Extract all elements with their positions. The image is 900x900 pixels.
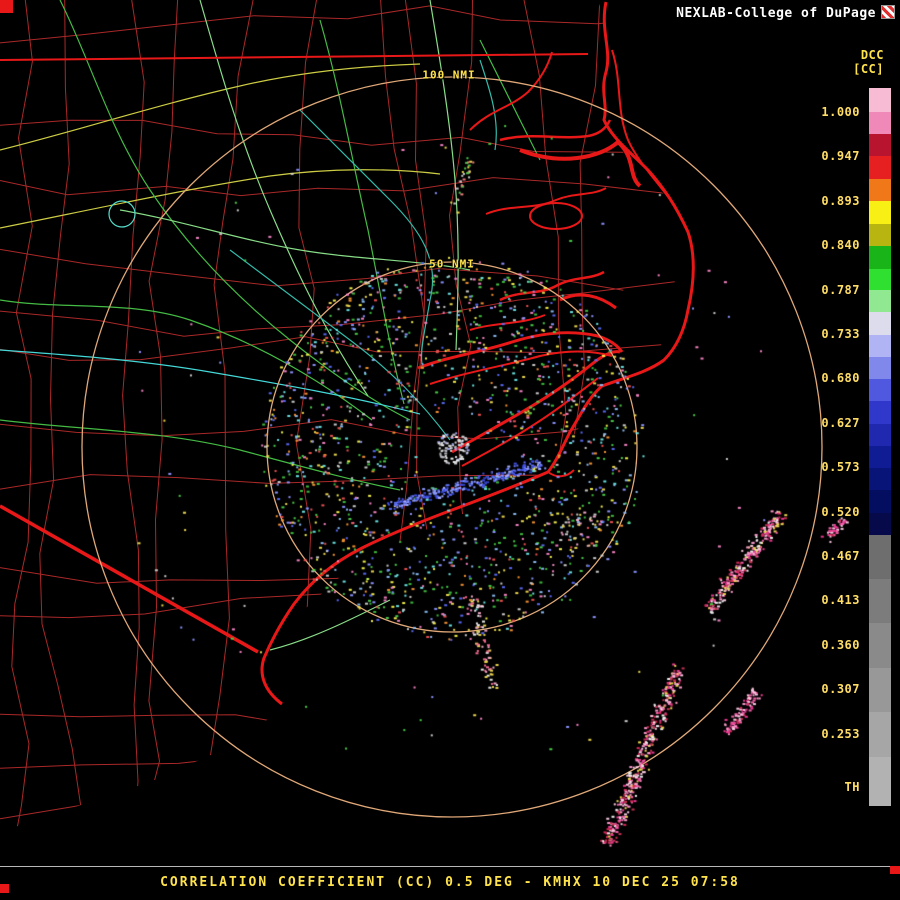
range-ring-50nmi [266,261,638,633]
legend-threshold-label: TH [844,780,860,794]
color-scale-segment [869,668,891,712]
site-title: NEXLAB-College of DuPage [676,6,876,21]
legend-tick: 0.733 [821,327,860,341]
county-boundaries [0,0,678,832]
legend-tick: 0.573 [821,460,860,475]
legend-tick: 0.520 [821,504,860,519]
color-scale-segment [869,623,891,668]
color-scale-segment [869,401,891,424]
color-scale-segment [869,490,891,513]
color-scale-segment [869,88,891,112]
corner-marker-bottom-left [0,884,9,893]
color-scale-segment [869,468,891,490]
color-scale-segment [869,712,891,757]
legend-tick: 0.893 [821,193,860,208]
legend-tick: 0.307 [821,682,860,697]
range-ring-100nmi [81,76,823,818]
legend-product-code: DCC [860,48,884,62]
corner-marker-top-left [0,0,13,13]
color-scale-segment [869,201,891,224]
color-scale-segment [869,246,891,269]
color-scale-segment [869,335,891,357]
legend-tick: 0.253 [821,726,860,741]
color-scale-bar [869,88,891,806]
legend-tick: 0.627 [821,415,860,430]
color-scale-segment [869,424,891,446]
legend-tick: 0.840 [821,238,860,253]
range-rings [81,76,823,818]
color-scale-segment [869,757,891,806]
color-scale-segment [869,446,891,468]
radar-basemap [0,0,823,832]
corner-marker-bottom-right [890,866,900,874]
legend-tick: 0.360 [821,637,860,652]
color-scale-segment [869,312,891,335]
color-scale-segment [869,513,891,535]
legend-tick: 0.947 [821,149,860,164]
status-separator-line [0,866,900,867]
color-scale-segment [869,290,891,312]
color-scale-segment [869,179,891,201]
legend-units-label: [CC] [853,62,884,76]
color-scale-segment [869,112,891,134]
color-scale-segment [869,134,891,156]
legend-tick: 0.467 [821,549,860,563]
radar-product-view: 100 NMI 50 NMI NEXLAB-College of DuPage … [0,0,900,900]
color-scale-segment [869,579,891,623]
range-ring-label-50nmi: 50 NMI [429,257,475,271]
color-scale-segment [869,156,891,179]
color-scale-segment [869,269,891,290]
range-ring-label-100nmi: 100 NMI [422,68,476,82]
color-scale-segment [869,357,891,379]
legend-tick: 1.000 [821,105,860,119]
legend-tick: 0.413 [821,593,860,608]
station-logo-icon [881,5,895,19]
color-scale-segment [869,224,891,246]
color-scale-segment [869,535,891,579]
color-scale-segment [869,379,891,401]
legend-tick: 0.680 [821,371,860,386]
status-bar-text: CORRELATION COEFFICIENT (CC) 0.5 DEG - K… [160,875,740,890]
legend-tick: 0.787 [821,282,860,297]
